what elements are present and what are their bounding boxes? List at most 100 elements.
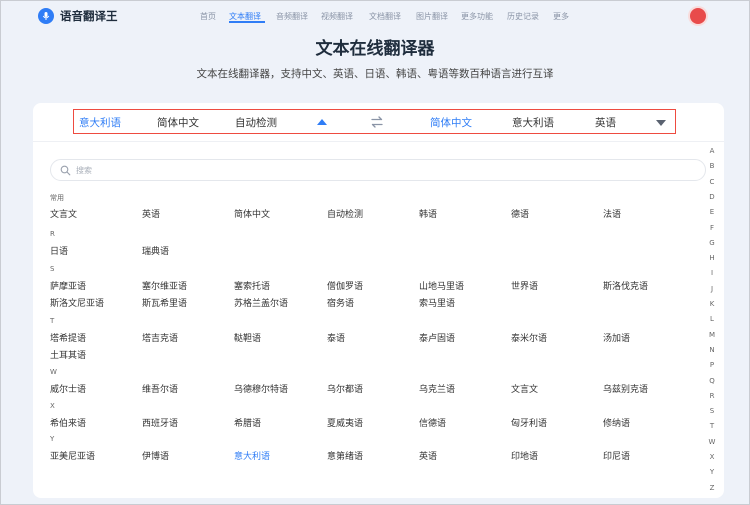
language-option[interactable]: 匈牙利语 (511, 416, 547, 429)
language-option[interactable]: 威尔士语 (50, 382, 86, 395)
language-option[interactable]: 韩语 (419, 207, 437, 220)
alphabet-index-letter[interactable]: A (708, 147, 716, 155)
main-nav: 首页 文本翻译 音频翻译 视频翻译 文档翻译 图片翻译 更多功能 历史记录 更多 (0, 11, 750, 23)
nav-item[interactable]: 文档翻译 (369, 11, 401, 22)
language-option[interactable]: 土耳其语 (50, 348, 86, 361)
alphabet-index-letter[interactable]: Q (708, 377, 716, 385)
language-option[interactable]: 简体中文 (234, 207, 270, 220)
language-option[interactable]: 亚美尼亚语 (50, 449, 95, 462)
nav-item[interactable]: 音频翻译 (276, 11, 308, 22)
language-option[interactable]: 文言文 (511, 382, 538, 395)
alphabet-index-letter[interactable]: K (708, 300, 716, 308)
language-search (50, 159, 706, 181)
language-option[interactable]: 乌德穆尔特语 (234, 382, 288, 395)
language-option[interactable]: 苏格兰盖尔语 (234, 296, 288, 309)
avatar[interactable] (690, 8, 706, 24)
language-option[interactable]: 德语 (511, 207, 529, 220)
language-option[interactable]: 英语 (142, 207, 160, 220)
language-option[interactable]: 希腊语 (234, 416, 261, 429)
alphabet-index-letter[interactable]: W (708, 438, 716, 446)
language-option[interactable]: 意大利语 (234, 449, 270, 462)
alphabet-index-letter[interactable]: I (708, 269, 716, 277)
language-option[interactable]: 修纳语 (603, 416, 630, 429)
language-option[interactable]: 意第绪语 (327, 449, 363, 462)
language-option[interactable]: 瑞典语 (142, 244, 169, 257)
language-picker-card: 意大利语 简体中文 自动检测 简体中文 意大利语 英语 常用文言文英语简体中文自… (33, 103, 724, 498)
language-option[interactable]: 泰米尔语 (511, 331, 547, 344)
language-option[interactable]: 印地语 (511, 449, 538, 462)
alphabet-index-letter[interactable]: E (708, 208, 716, 216)
language-option[interactable]: 泰卢固语 (419, 331, 455, 344)
alphabet-index-letter[interactable]: G (708, 239, 716, 247)
source-collapse-icon[interactable] (317, 119, 327, 125)
language-option[interactable]: 斯洛伐克语 (603, 279, 648, 292)
alphabet-index-letter[interactable]: D (708, 193, 716, 201)
alphabet-index-letter[interactable]: F (708, 224, 716, 232)
alphabet-index-letter[interactable]: Z (708, 484, 716, 492)
language-option[interactable]: 英语 (419, 449, 437, 462)
section-letter: S (50, 265, 55, 273)
alphabet-index-letter[interactable]: X (708, 453, 716, 461)
nav-item[interactable]: 首页 (200, 11, 216, 22)
language-option[interactable]: 文言文 (50, 207, 77, 220)
alphabet-index-letter[interactable]: M (708, 331, 716, 339)
alphabet-index-letter[interactable]: L (708, 315, 716, 323)
language-option[interactable]: 鞑靼语 (234, 331, 261, 344)
section-letter: 常用 (50, 194, 64, 202)
language-option[interactable]: 塔吉克语 (142, 331, 178, 344)
language-option[interactable]: 乌尔都语 (327, 382, 363, 395)
nav-item[interactable]: 历史记录 (507, 11, 539, 22)
language-option[interactable]: 乌兹别克语 (603, 382, 648, 395)
language-option[interactable]: 法语 (603, 207, 621, 220)
language-option[interactable]: 塔希提语 (50, 331, 86, 344)
language-option[interactable]: 僧伽罗语 (327, 279, 363, 292)
search-input[interactable] (76, 163, 676, 177)
section-letter: Y (50, 435, 55, 443)
language-option[interactable]: 印尼语 (603, 449, 630, 462)
alphabet-index-letter[interactable]: C (708, 178, 716, 186)
source-lang-chinese[interactable]: 简体中文 (157, 115, 199, 130)
language-option[interactable]: 世界语 (511, 279, 538, 292)
source-lang-auto[interactable]: 自动检测 (235, 115, 277, 130)
language-option[interactable]: 夏威夷语 (327, 416, 363, 429)
language-option[interactable]: 萨摩亚语 (50, 279, 86, 292)
language-option[interactable]: 希伯来语 (50, 416, 86, 429)
target-expand-icon[interactable] (656, 120, 666, 126)
nav-item[interactable]: 图片翻译 (416, 11, 448, 22)
nav-item[interactable]: 更多 (553, 11, 569, 22)
nav-item[interactable]: 视频翻译 (321, 11, 353, 22)
source-lang-italian[interactable]: 意大利语 (79, 115, 121, 130)
active-tab-indicator (229, 21, 265, 23)
alphabet-index-letter[interactable]: T (708, 422, 716, 430)
language-option[interactable]: 西班牙语 (142, 416, 178, 429)
alphabet-index-letter[interactable]: B (708, 162, 716, 170)
language-option[interactable]: 维吾尔语 (142, 382, 178, 395)
language-option[interactable]: 伊博语 (142, 449, 169, 462)
language-option[interactable]: 索马里语 (419, 296, 455, 309)
alphabet-index-letter[interactable]: Y (708, 468, 716, 476)
alphabet-index-letter[interactable]: H (708, 254, 716, 262)
language-option[interactable]: 泰语 (327, 331, 345, 344)
alphabet-index-letter[interactable]: N (708, 346, 716, 354)
nav-item[interactable]: 更多功能 (461, 11, 493, 22)
language-option[interactable]: 信德语 (419, 416, 446, 429)
language-option[interactable]: 宿务语 (327, 296, 354, 309)
alphabet-index-letter[interactable]: J (708, 285, 716, 293)
language-option[interactable]: 塞尔维亚语 (142, 279, 187, 292)
alphabet-index-letter[interactable]: P (708, 361, 716, 369)
language-option[interactable]: 山地马里语 (419, 279, 464, 292)
language-option[interactable]: 斯瓦希里语 (142, 296, 187, 309)
alphabet-index-letter[interactable]: S (708, 407, 716, 415)
language-option[interactable]: 塞索托语 (234, 279, 270, 292)
language-option[interactable]: 斯洛文尼亚语 (50, 296, 104, 309)
target-lang-chinese[interactable]: 简体中文 (430, 115, 472, 130)
target-lang-english[interactable]: 英语 (595, 115, 616, 130)
language-option[interactable]: 乌克兰语 (419, 382, 455, 395)
alphabet-index-letter[interactable]: R (708, 392, 716, 400)
language-option[interactable]: 日语 (50, 244, 68, 257)
swap-icon[interactable] (370, 115, 384, 129)
language-option[interactable]: 自动检测 (327, 207, 363, 220)
language-option[interactable]: 汤加语 (603, 331, 630, 344)
section-letter: R (50, 230, 55, 238)
target-lang-italian[interactable]: 意大利语 (512, 115, 554, 130)
